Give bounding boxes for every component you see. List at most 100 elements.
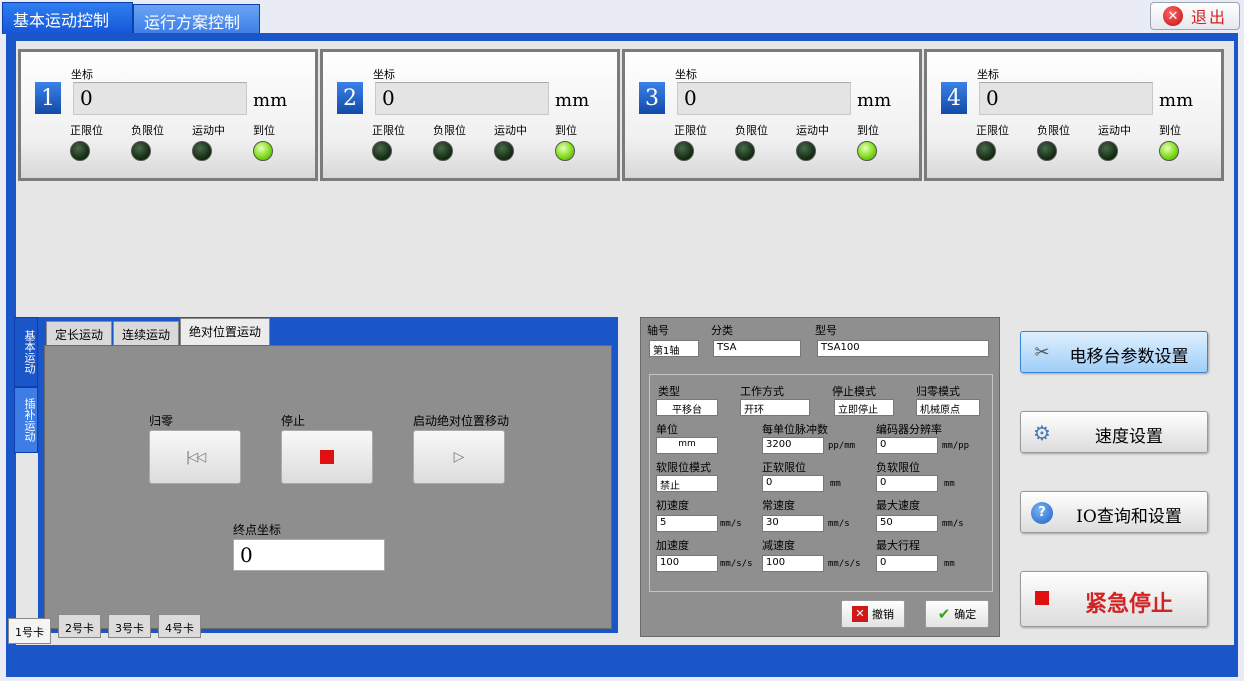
pos-limit-label: 正限位: [70, 124, 103, 137]
softlimit-mode-field[interactable]: 禁止: [656, 475, 718, 492]
accel-field[interactable]: 100: [656, 555, 718, 572]
max-speed-label: 最大速度: [876, 499, 920, 512]
tab-fixed-length[interactable]: 定长运动: [46, 321, 113, 345]
init-speed-label: 初速度: [656, 499, 689, 512]
axis-number: 2: [337, 82, 363, 114]
start-abs-move-button[interactable]: ▷: [413, 430, 505, 484]
tab-absolute-position[interactable]: 绝对位置运动: [180, 318, 271, 346]
axis-number: 1: [35, 82, 61, 114]
cancel-icon: ✕: [852, 606, 868, 622]
tab-continuous[interactable]: 连续运动: [113, 321, 180, 345]
normal-speed-unit: mm/s: [828, 519, 850, 529]
homemode-field[interactable]: 机械原点: [916, 399, 980, 416]
neg-limit-label: 负限位: [131, 124, 164, 137]
accel-label: 加速度: [656, 539, 689, 552]
neg-limit-label: 负限位: [1037, 124, 1070, 137]
workmode-label: 工作方式: [740, 385, 784, 398]
coord-label: 坐标: [675, 68, 697, 81]
model-field[interactable]: TSA100: [817, 340, 989, 357]
main-content: 1 坐标 0 mm 正限位 负限位 运动中 到位 2 坐标 0 mm 正限位 负…: [14, 41, 1234, 645]
normal-speed-field[interactable]: 30: [762, 515, 824, 532]
encoder-field[interactable]: 0: [876, 437, 938, 454]
stop-square-icon: [320, 450, 334, 464]
neg-softlimit-field[interactable]: 0: [876, 475, 938, 492]
neg-limit-led: [131, 141, 151, 161]
pulses-unit: pp/mm: [828, 441, 856, 451]
pos-limit-led: [976, 141, 996, 161]
category-field[interactable]: TSA: [713, 340, 801, 357]
card-tab-4[interactable]: 4号卡: [158, 614, 201, 638]
axis-panel-2: 2 坐标 0 mm 正限位 负限位 运动中 到位: [320, 49, 620, 181]
card-tab-1[interactable]: 1号卡: [8, 618, 51, 644]
stopmode-field[interactable]: 立即停止: [834, 399, 894, 416]
io-settings-button[interactable]: ? IO查询和设置: [1020, 491, 1208, 533]
max-travel-label: 最大行程: [876, 539, 920, 552]
close-icon: ✕: [1162, 6, 1183, 26]
end-coord-label: 终点坐标: [233, 523, 282, 537]
moving-label: 运动中: [1098, 124, 1131, 137]
cancel-label: 撤销: [872, 608, 894, 621]
max-travel-unit: mm: [944, 559, 955, 569]
unit-label: 单位: [656, 423, 678, 436]
param-group: 类型 工作方式 停止模式 归零模式 平移台 开环 立即停止 机械原点 单位 每单…: [649, 374, 993, 592]
confirm-button[interactable]: ✔ 确定: [925, 600, 989, 628]
neg-softlimit-label: 负软限位: [876, 461, 920, 474]
side-tab-basic-motion[interactable]: 基本运动: [14, 317, 38, 387]
max-speed-field[interactable]: 50: [876, 515, 938, 532]
type-field[interactable]: 平移台: [656, 399, 718, 416]
pos-softlimit-field[interactable]: 0: [762, 475, 824, 492]
pulses-label: 每单位脉冲数: [762, 423, 828, 436]
coord-label: 坐标: [71, 68, 93, 81]
side-tab-interp-motion[interactable]: 插补运动: [14, 387, 38, 453]
tab-run-plan[interactable]: 运行方案控制: [133, 4, 260, 34]
stage-params-label: 电移台参数设置: [1069, 347, 1189, 367]
neg-limit-led: [433, 141, 453, 161]
init-speed-field[interactable]: 5: [656, 515, 718, 532]
unit-label: mm: [857, 90, 892, 111]
emergency-stop-button[interactable]: 紧急停止: [1020, 571, 1208, 627]
axis-panel-1: 1 坐标 0 mm 正限位 负限位 运动中 到位: [18, 49, 318, 181]
help-icon: ?: [1031, 502, 1053, 524]
exit-button[interactable]: ✕ 退出: [1150, 2, 1240, 30]
emergency-stop-label: 紧急停止: [1084, 591, 1173, 617]
pulses-field[interactable]: 3200: [762, 437, 824, 454]
encoder-label: 编码器分辨率: [876, 423, 942, 436]
pos-softlimit-unit: mm: [830, 479, 841, 489]
io-settings-label: IO查询和设置: [1076, 507, 1182, 527]
in-position-led: [555, 141, 575, 161]
speed-settings-button[interactable]: ⚙ 速度设置: [1020, 411, 1208, 453]
card-tab-2[interactable]: 2号卡: [58, 614, 101, 638]
motion-body: 归零 停止 启动绝对位置移动 |◁◁ ▷ 终点坐标 0: [44, 345, 612, 629]
pos-limit-led: [674, 141, 694, 161]
workmode-field[interactable]: 开环: [740, 399, 810, 416]
exit-label: 退出: [1190, 8, 1227, 27]
moving-label: 运动中: [494, 124, 527, 137]
coord-label: 坐标: [977, 68, 999, 81]
axis-no-field[interactable]: 第1轴: [649, 340, 699, 357]
coord-display: 0: [73, 82, 247, 115]
decel-field[interactable]: 100: [762, 555, 824, 572]
axis-number: 3: [639, 82, 665, 114]
end-coord-input[interactable]: 0: [233, 539, 385, 571]
in-position-label: 到位: [1159, 124, 1181, 137]
pos-limit-label: 正限位: [372, 124, 405, 137]
stop-label: 停止: [281, 414, 306, 428]
stop-button[interactable]: [281, 430, 373, 484]
coord-display: 0: [375, 82, 549, 115]
moving-label: 运动中: [796, 124, 829, 137]
home-button[interactable]: |◁◁: [149, 430, 241, 484]
speed-settings-label: 速度设置: [1095, 427, 1163, 447]
skip-back-icon: |◁◁: [185, 449, 206, 465]
moving-led: [494, 141, 514, 161]
moving-led: [796, 141, 816, 161]
pos-limit-led: [372, 141, 392, 161]
motion-panel: 定长运动 连续运动 绝对位置运动 归零 停止 启动绝对位置移动 |◁◁ ▷ 终点…: [38, 317, 618, 633]
unit-field[interactable]: mm: [656, 437, 718, 454]
card-tab-3[interactable]: 3号卡: [108, 614, 151, 638]
stage-params-button[interactable]: ✂ 电移台参数设置: [1020, 331, 1208, 373]
max-travel-field[interactable]: 0: [876, 555, 938, 572]
tab-basic-motion[interactable]: 基本运动控制: [2, 2, 133, 34]
type-label: 类型: [658, 385, 680, 398]
cancel-button[interactable]: ✕ 撤销: [841, 600, 905, 628]
category-label: 分类: [711, 324, 733, 337]
